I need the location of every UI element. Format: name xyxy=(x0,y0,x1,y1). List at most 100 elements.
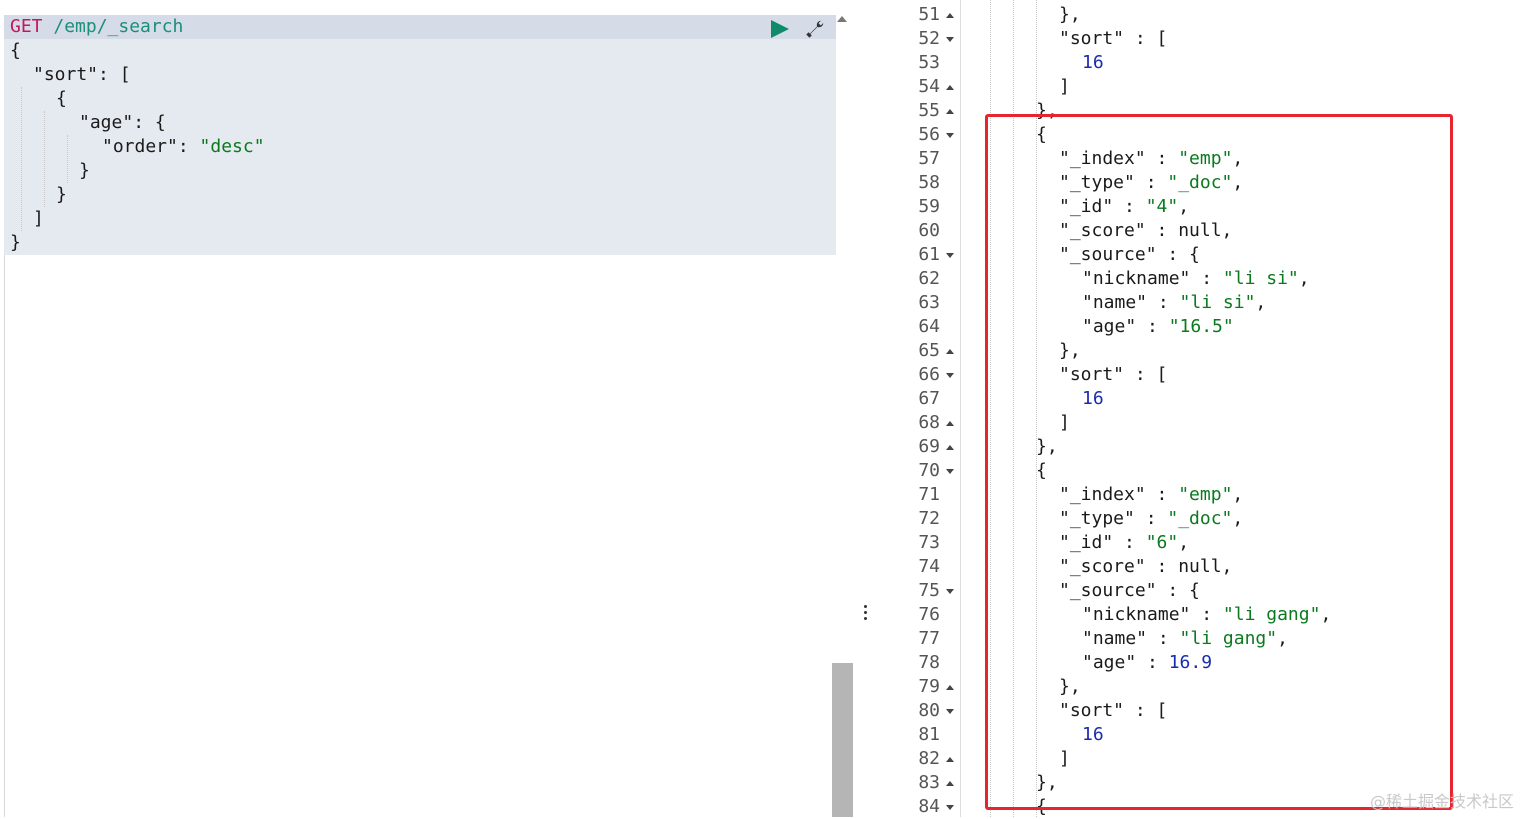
indent-guide xyxy=(67,135,68,183)
line-number: 67 xyxy=(918,388,940,409)
response-line: "sort" : [ xyxy=(1059,27,1167,51)
code-token: "_index" : xyxy=(1059,484,1179,505)
response-line: ] xyxy=(1059,411,1070,435)
line-number: 80 xyxy=(918,700,940,721)
fold-down-arrow-icon[interactable] xyxy=(946,373,954,378)
response-line: }, xyxy=(1036,435,1058,459)
response-line: 16 xyxy=(1082,387,1104,411)
line-number: 58 xyxy=(918,172,940,193)
scroll-up-arrow-icon[interactable] xyxy=(837,16,847,22)
request-line[interactable]: GET /emp/_search xyxy=(10,15,183,39)
code-token: }, xyxy=(1036,436,1058,457)
code-token: "_type" : xyxy=(1059,508,1168,529)
code-token: { xyxy=(10,40,21,61)
code-token: { xyxy=(1036,796,1047,817)
play-icon[interactable] xyxy=(771,20,789,38)
request-body-line[interactable]: } xyxy=(79,159,90,183)
response-line: "name" : "li si", xyxy=(1082,291,1266,315)
code-token: 16 xyxy=(1082,388,1104,409)
response-line: }, xyxy=(1059,3,1081,27)
code-token: , xyxy=(1320,604,1332,625)
fold-down-arrow-icon[interactable] xyxy=(946,469,954,474)
request-editor[interactable]: GET /emp/_search {"sort": [{"age": {"ord… xyxy=(0,0,860,817)
response-line: "_index" : "emp", xyxy=(1059,483,1243,507)
fold-down-arrow-icon[interactable] xyxy=(946,805,954,810)
vertical-scrollbar[interactable] xyxy=(832,663,853,817)
response-line: "nickname" : "li gang", xyxy=(1082,603,1331,627)
fold-up-arrow-icon[interactable] xyxy=(946,757,954,762)
code-token: , xyxy=(1178,532,1190,553)
code-token: }, xyxy=(1059,4,1081,25)
indent-guide xyxy=(44,111,45,207)
fold-down-arrow-icon[interactable] xyxy=(946,253,954,258)
code-token: "li gang" xyxy=(1222,604,1321,625)
line-number: 54 xyxy=(918,76,940,97)
line-number: 73 xyxy=(918,532,940,553)
fold-up-arrow-icon[interactable] xyxy=(946,421,954,426)
line-number: 69 xyxy=(918,436,940,457)
line-number: 53 xyxy=(918,52,940,73)
request-body-line[interactable]: "sort": [ xyxy=(33,63,131,87)
line-number: 77 xyxy=(918,628,940,649)
request-body-line[interactable]: "order": "desc" xyxy=(102,135,265,159)
fold-up-arrow-icon[interactable] xyxy=(946,13,954,18)
fold-up-arrow-icon[interactable] xyxy=(946,85,954,90)
fold-up-arrow-icon[interactable] xyxy=(946,445,954,450)
request-path: /emp/_search xyxy=(42,16,184,37)
line-number: 61 xyxy=(918,244,940,265)
fold-up-arrow-icon[interactable] xyxy=(946,781,954,786)
request-body-line[interactable]: ] xyxy=(33,207,44,231)
code-token: 16.9 xyxy=(1168,652,1213,673)
fold-up-arrow-icon[interactable] xyxy=(946,349,954,354)
response-line: 16 xyxy=(1082,51,1104,75)
code-token: "sort" : [ xyxy=(1059,700,1168,721)
request-body-line[interactable]: } xyxy=(10,231,21,255)
code-token: "age" : xyxy=(1082,316,1169,337)
response-line: }, xyxy=(1059,675,1081,699)
code-token: { xyxy=(56,88,67,109)
code-token: , xyxy=(1232,148,1244,169)
response-line: "age" : 16.9 xyxy=(1082,651,1212,675)
code-token: "_id" : xyxy=(1059,532,1146,553)
code-token: ] xyxy=(1059,412,1070,433)
line-number: 76 xyxy=(918,604,940,625)
code-token: }, xyxy=(1036,772,1058,793)
response-line: "_id" : "6", xyxy=(1059,531,1189,555)
code-token: , xyxy=(1232,484,1244,505)
fold-down-arrow-icon[interactable] xyxy=(946,37,954,42)
line-number: 74 xyxy=(918,556,940,577)
response-line: { xyxy=(1036,123,1047,147)
response-line: "_type" : "_doc", xyxy=(1059,171,1243,195)
line-number: 83 xyxy=(918,772,940,793)
code-token: ] xyxy=(1059,748,1070,769)
response-line: "age" : "16.5" xyxy=(1082,315,1234,339)
code-token: ] xyxy=(33,208,44,229)
fold-down-arrow-icon[interactable] xyxy=(946,133,954,138)
response-line: "sort" : [ xyxy=(1059,363,1167,387)
response-line: "_source" : { xyxy=(1059,579,1200,603)
response-line: "_score" : null, xyxy=(1059,219,1232,243)
response-line: }, xyxy=(1059,339,1081,363)
fold-down-arrow-icon[interactable] xyxy=(946,709,954,714)
code-token: "order" xyxy=(102,136,178,157)
wrench-icon[interactable] xyxy=(804,18,826,40)
request-body-line[interactable]: { xyxy=(56,87,67,111)
pane-splitter-handle[interactable] xyxy=(863,605,869,625)
fold-up-arrow-icon[interactable] xyxy=(946,109,954,114)
fold-up-arrow-icon[interactable] xyxy=(946,685,954,690)
line-number: 62 xyxy=(918,268,940,289)
request-body-line[interactable]: "age": { xyxy=(79,111,166,135)
code-token: "6" xyxy=(1145,532,1179,553)
response-line: "name" : "li gang", xyxy=(1082,627,1288,651)
fold-down-arrow-icon[interactable] xyxy=(946,589,954,594)
code-token: : xyxy=(177,136,200,157)
request-body-line[interactable]: } xyxy=(56,183,67,207)
line-number: 84 xyxy=(918,796,940,817)
code-token: "_index" : xyxy=(1059,148,1179,169)
line-number: 63 xyxy=(918,292,940,313)
response-line: ] xyxy=(1059,747,1070,771)
request-body-line[interactable]: { xyxy=(10,39,21,63)
code-token: , xyxy=(1232,172,1244,193)
code-token: "age" : xyxy=(1082,652,1169,673)
code-token: "_type" : xyxy=(1059,172,1168,193)
